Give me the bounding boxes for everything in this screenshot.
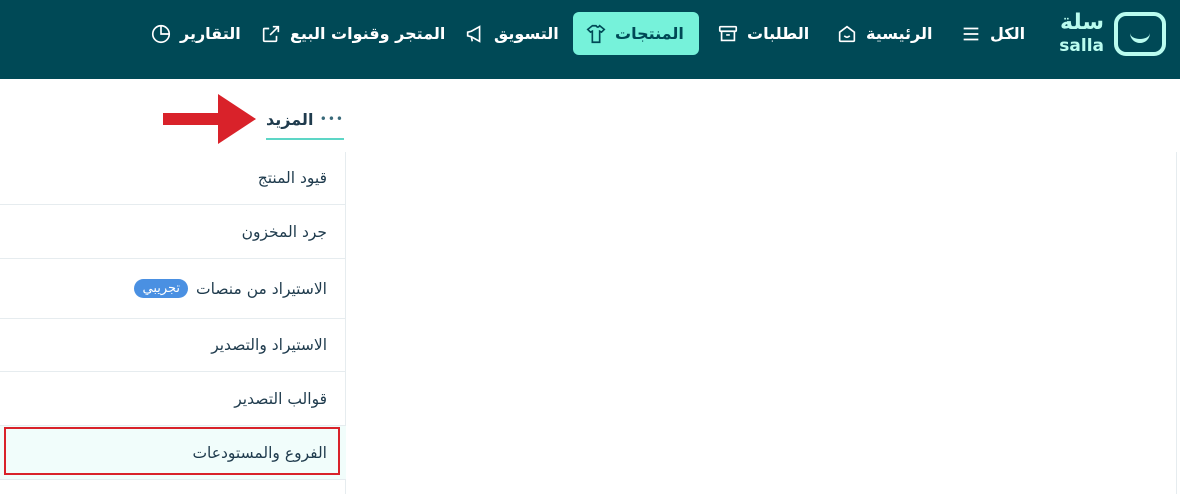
nav-item-label: التسويق [494,24,559,43]
salla-logo-icon [1114,12,1166,56]
nav-item-reports[interactable]: التقارير [138,12,253,55]
nav-item-all[interactable]: الكل [948,12,1037,55]
menu-item-label: قوالب التصدير [234,389,327,408]
nav-item-label: التقارير [180,24,241,43]
nav-item-label: المتجر وقنوات البيع [290,24,446,43]
megaphone-icon [466,24,481,43]
menu-item-label: قيود المنتج [257,169,327,187]
menu-item-export-templates[interactable]: قوالب التصدير [0,372,346,426]
archive-box-icon [718,25,738,41]
nav-item-orders[interactable]: الطلبات [705,12,821,55]
pie-chart-icon [151,24,171,43]
shirt-icon [586,24,606,43]
nav-item-label: الطلبات [747,24,810,43]
nav-item-label: المنتجات [615,24,684,43]
tab-more-label: المزيد [266,109,314,129]
menu-item-label: جرد المخزون [241,222,327,241]
menu-item-label: الاستيراد والتصدير [211,336,327,354]
annotation-highlight-box [4,427,340,475]
nav-item-marketing[interactable]: التسويق [452,12,571,55]
nav-item-label: الكل [990,24,1026,43]
more-dots-icon: ••• [319,112,344,126]
menu-item-import-export[interactable]: الاستيراد والتصدير [0,319,346,372]
menu-item-inventory-count[interactable]: جرد المخزون [0,205,346,259]
logo-text-arabic: سلة [1060,10,1104,35]
nav-item-home[interactable]: الرئيسية [824,12,945,55]
menu-icon [963,27,979,40]
menu-item-product-constraints[interactable]: قيود المنتج [0,152,346,205]
annotation-arrow-icon [163,94,256,144]
nav-item-label: الرئيسية [866,24,933,43]
top-navigation-bar: سلة salla الكل الرئيسية الطلبات المنتجات… [0,0,1180,79]
menu-item-label: الاستيراد من منصات [196,279,327,298]
content-divider [1176,152,1177,494]
logo-text-english: salla [1059,36,1104,56]
home-icon [838,25,856,42]
tab-more[interactable]: المزيد ••• [266,100,344,140]
beta-badge: تجريبي [134,279,189,298]
nav-item-store-channels[interactable]: المتجر وقنوات البيع [248,12,457,55]
menu-item-import-platforms[interactable]: تجريبي الاستيراد من منصات [0,259,346,319]
store-arrow-icon [262,25,280,42]
nav-item-products[interactable]: المنتجات [573,12,699,55]
